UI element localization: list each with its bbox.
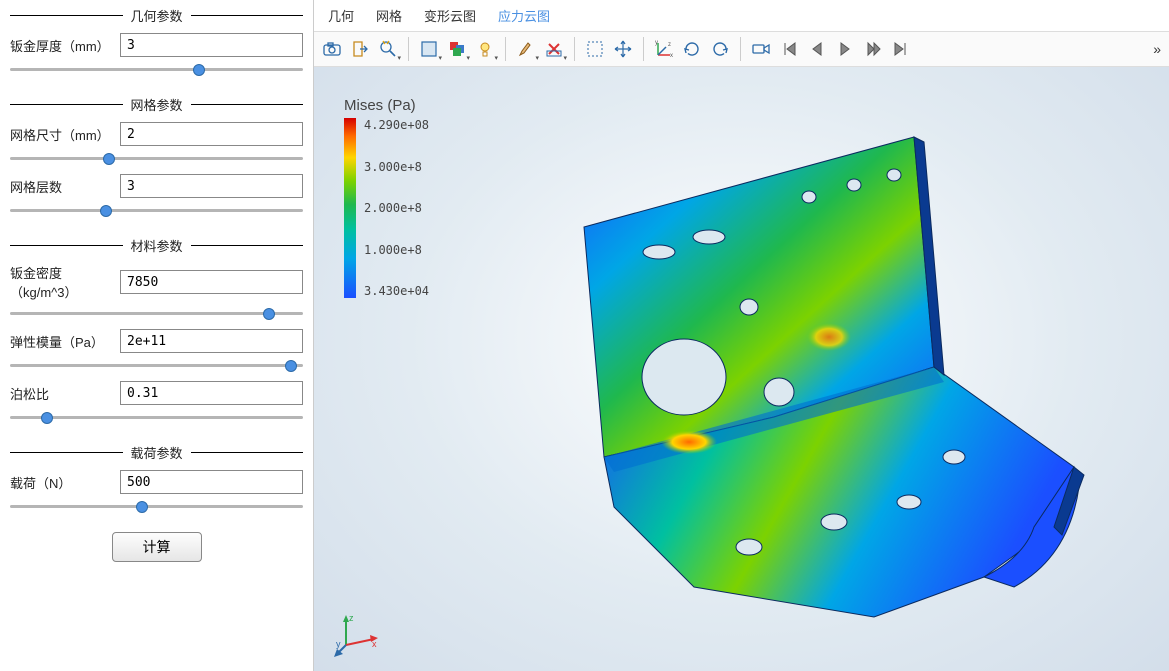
select-box-icon[interactable] xyxy=(581,35,609,63)
play-icon[interactable] xyxy=(831,35,859,63)
legend-title: Mises (Pa) xyxy=(344,97,429,114)
mesh-layers-label: 网格层数 xyxy=(10,177,110,196)
parameters-panel: 几何参数 钣金厚度（mm） 网格参数 网格尺寸（mm） 网格层数 材料参数 xyxy=(0,0,314,671)
render-mode-icon[interactable]: ▾ xyxy=(415,35,443,63)
color-legend: Mises (Pa) 4.290e+08 3.000e+8 2.000e+8 1… xyxy=(344,97,429,298)
param-young: 弹性模量（Pa） xyxy=(10,329,303,353)
viewer-panel: 几何 网格 变形云图 应力云图 ▾ ▾ ▾ ▾ ▾ ▾ zxy xyxy=(314,0,1169,671)
tab-geometry[interactable]: 几何 xyxy=(326,4,356,27)
poisson-input[interactable] xyxy=(120,381,303,405)
density-input[interactable] xyxy=(120,270,303,294)
young-slider[interactable] xyxy=(10,364,303,367)
export-icon[interactable] xyxy=(346,35,374,63)
rotate-cw-icon[interactable] xyxy=(678,35,706,63)
axes-icon[interactable]: zx y xyxy=(650,35,678,63)
section-title-geometry: 几何参数 xyxy=(131,6,183,25)
svg-text:z: z xyxy=(349,613,354,623)
density-label: 钣金密度（kg/m^3） xyxy=(10,263,110,301)
param-force: 载荷（N） xyxy=(10,470,303,494)
fea-model xyxy=(514,107,1094,637)
legend-val-3: 1.000e+8 xyxy=(364,243,429,257)
mesh-size-input[interactable] xyxy=(120,122,303,146)
legend-color-bar xyxy=(344,118,356,298)
param-poisson: 泊松比 xyxy=(10,381,303,405)
thickness-input[interactable] xyxy=(120,33,303,57)
first-frame-icon[interactable] xyxy=(775,35,803,63)
camera-anim-icon[interactable] xyxy=(747,35,775,63)
delete-icon[interactable]: ▾ xyxy=(540,35,568,63)
svg-text:y: y xyxy=(336,639,341,649)
tab-mesh[interactable]: 网格 xyxy=(374,4,404,27)
section-title-load: 载荷参数 xyxy=(131,443,183,462)
orientation-triad: z x y xyxy=(334,611,380,657)
section-title-material: 材料参数 xyxy=(131,236,183,255)
svg-text:x: x xyxy=(670,53,673,59)
legend-val-0: 4.290e+08 xyxy=(364,118,429,132)
param-mesh-layers: 网格层数 xyxy=(10,174,303,198)
legend-val-4: 3.430e+04 xyxy=(364,284,429,298)
section-load: 载荷参数 载荷（N） xyxy=(10,443,303,522)
render-mode2-icon[interactable]: ▾ xyxy=(443,35,471,63)
pan-icon[interactable] xyxy=(609,35,637,63)
calculate-button[interactable]: 计算 xyxy=(112,532,202,562)
svg-text:x: x xyxy=(372,639,377,649)
param-density: 钣金密度（kg/m^3） xyxy=(10,263,303,301)
poisson-slider[interactable] xyxy=(10,416,303,419)
svg-text:z: z xyxy=(668,42,671,48)
young-label: 弹性模量（Pa） xyxy=(10,332,110,351)
param-thickness: 钣金厚度（mm） xyxy=(10,33,303,57)
legend-val-1: 3.000e+8 xyxy=(364,160,429,174)
camera-icon[interactable] xyxy=(318,35,346,63)
toolbar-overflow-button[interactable]: » xyxy=(1149,41,1165,57)
rotate-ccw-icon[interactable] xyxy=(706,35,734,63)
section-geometry: 几何参数 钣金厚度（mm） xyxy=(10,6,303,85)
svg-text:y: y xyxy=(655,40,658,46)
section-mesh: 网格参数 网格尺寸（mm） 网格层数 xyxy=(10,95,303,226)
tab-stress[interactable]: 应力云图 xyxy=(496,4,552,27)
legend-labels: 4.290e+08 3.000e+8 2.000e+8 1.000e+8 3.4… xyxy=(364,118,429,298)
force-input[interactable] xyxy=(120,470,303,494)
legend-val-2: 2.000e+8 xyxy=(364,201,429,215)
section-title-mesh: 网格参数 xyxy=(131,95,183,114)
thickness-label: 钣金厚度（mm） xyxy=(10,36,110,55)
zoom-fit-icon[interactable]: ▾ xyxy=(374,35,402,63)
prev-frame-icon[interactable] xyxy=(803,35,831,63)
poisson-label: 泊松比 xyxy=(10,384,110,403)
mesh-size-label: 网格尺寸（mm） xyxy=(10,125,110,144)
light-icon[interactable]: ▾ xyxy=(471,35,499,63)
tab-deform[interactable]: 变形云图 xyxy=(422,4,478,27)
density-slider[interactable] xyxy=(10,312,303,315)
viewport-3d[interactable]: Mises (Pa) 4.290e+08 3.000e+8 2.000e+8 1… xyxy=(314,67,1169,671)
result-tabs: 几何 网格 变形云图 应力云图 xyxy=(314,0,1169,31)
last-frame-icon[interactable] xyxy=(887,35,915,63)
next-frame-icon[interactable] xyxy=(859,35,887,63)
force-slider[interactable] xyxy=(10,505,303,508)
mesh-layers-input[interactable] xyxy=(120,174,303,198)
param-mesh-size: 网格尺寸（mm） xyxy=(10,122,303,146)
viewer-toolbar: ▾ ▾ ▾ ▾ ▾ ▾ zx y » xyxy=(314,31,1169,67)
section-material: 材料参数 钣金密度（kg/m^3） 弹性模量（Pa） 泊松比 xyxy=(10,236,303,433)
young-input[interactable] xyxy=(120,329,303,353)
mesh-size-slider[interactable] xyxy=(10,157,303,160)
force-label: 载荷（N） xyxy=(10,473,110,492)
mesh-layers-slider[interactable] xyxy=(10,209,303,212)
brush-icon[interactable]: ▾ xyxy=(512,35,540,63)
thickness-slider[interactable] xyxy=(10,68,303,71)
app-root: 几何参数 钣金厚度（mm） 网格参数 网格尺寸（mm） 网格层数 材料参数 xyxy=(0,0,1169,671)
